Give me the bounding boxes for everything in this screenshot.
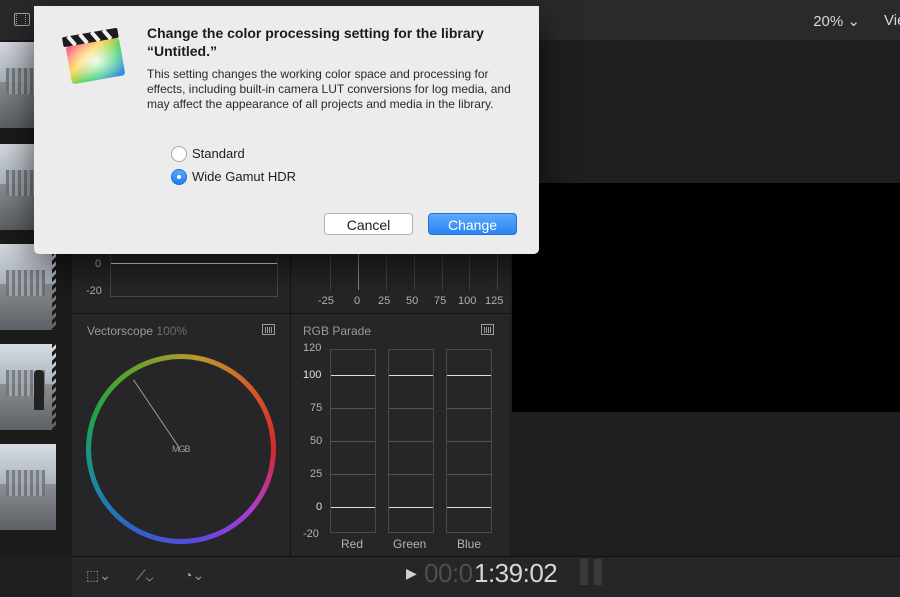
histogram-tick: 0 [354,295,361,307]
timecode[interactable]: 1:39:02 [474,558,558,589]
chevron-down-icon: ⌄ [847,13,860,30]
parade-channel-red [330,349,376,533]
waveform-tick: -20 [86,285,102,297]
parade-tick: 25 [310,468,323,480]
histogram-tick: -25 [318,295,334,307]
radio-wide-gamut-hdr-label[interactable]: Wide Gamut HDR [192,169,296,184]
waveform-graph [110,254,278,297]
parade-channel-blue [446,349,492,533]
speed-icon[interactable]: ◔⌄ [184,567,204,584]
crop-icon[interactable]: ⬚⌄ [86,567,111,584]
view-menu[interactable]: View [884,12,900,29]
histogram-graph [330,254,498,290]
vectorscope-center-label: MGB [172,444,190,454]
radio-wide-gamut-hdr[interactable] [171,169,187,185]
parade-tick: 120 [303,342,322,354]
app-icon [62,28,125,84]
timecode-leading: 00:0 [424,558,473,588]
viewer-canvas [512,183,900,412]
zoom-menu[interactable]: 20% ⌄ [813,12,860,30]
vectorscope-zoom: 100% [156,324,188,338]
scope-settings-icon[interactable] [481,324,494,335]
vectorscope-label: Vectorscope 100% [87,324,188,338]
scope-settings-icon[interactable] [262,324,275,335]
film-strip-icon[interactable] [14,13,30,26]
clip-thumbnail[interactable] [0,444,56,530]
histogram-tick: 25 [378,295,391,307]
transform-icon[interactable]: ⟋⌄ [136,567,153,584]
radio-standard-label[interactable]: Standard [192,146,245,161]
parade-channel-label: Red [341,537,364,551]
parade-tick: 75 [310,402,323,414]
cancel-button[interactable]: Cancel [324,213,413,235]
rgb-parade-label: RGB Parade [303,324,372,338]
parade-tick: -20 [303,528,319,540]
histogram-tick: 50 [406,295,419,307]
dialog-message: This setting changes the working color s… [147,67,511,111]
change-button[interactable]: Change [428,213,517,235]
zoom-value: 20% [813,13,844,30]
parade-channel-green [388,349,434,533]
parade-channel-label: Blue [457,537,482,551]
play-icon[interactable]: ▶ [406,565,417,582]
clip-thumbnail[interactable] [0,344,56,430]
waveform-tick: 0 [95,258,102,270]
dialog-title: Change the color processing setting for … [147,25,484,59]
audio-meter[interactable] [580,559,602,585]
clip-thumbnail[interactable] [0,244,56,330]
parade-channel-label: Green [393,537,427,551]
parade-tick: 50 [310,435,323,447]
histogram-tick: 75 [434,295,447,307]
parade-tick: 0 [316,501,323,513]
radio-standard[interactable] [171,146,187,162]
histogram-tick: 125 [485,295,504,307]
parade-tick: 100 [303,369,322,381]
histogram-tick: 100 [458,295,477,307]
